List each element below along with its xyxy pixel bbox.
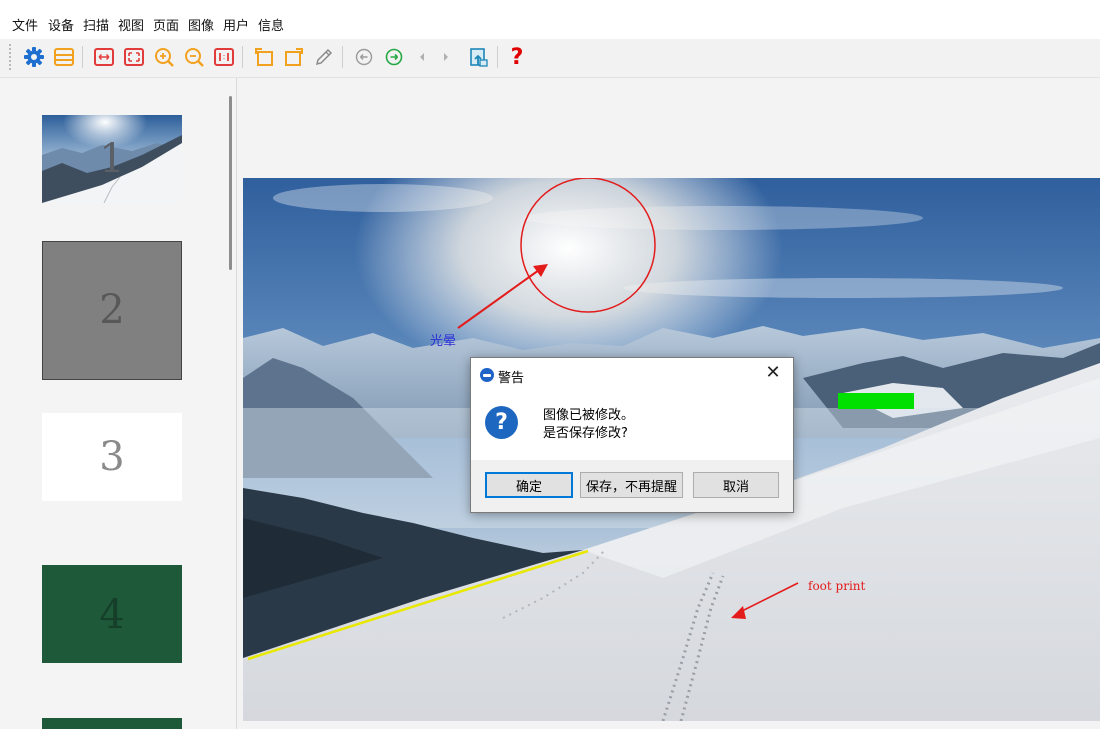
next-page-icon[interactable] bbox=[380, 43, 408, 71]
dialog-button-bar: 确定 保存，不再提醒 取消 bbox=[471, 460, 793, 512]
toolbar-separator bbox=[497, 46, 498, 68]
thumbnail-number: 1 bbox=[99, 136, 125, 182]
rotate-left-icon[interactable] bbox=[250, 43, 278, 71]
menu-page[interactable]: 页面 bbox=[153, 15, 179, 34]
save-no-remind-button[interactable]: 保存，不再提醒 bbox=[580, 472, 683, 498]
toolbar-separator bbox=[242, 46, 243, 68]
thumbnail-scrollbar[interactable] bbox=[229, 96, 232, 270]
menu-user[interactable]: 用户 bbox=[223, 15, 249, 34]
fit-window-icon[interactable] bbox=[120, 43, 148, 71]
previous-page-icon[interactable] bbox=[350, 43, 378, 71]
menu-info[interactable]: 信息 bbox=[258, 15, 284, 34]
thumbnail-page-3[interactable]: 3 bbox=[42, 413, 182, 501]
menu-device[interactable]: 设备 bbox=[48, 15, 74, 34]
thumbnail-number: 3 bbox=[99, 434, 125, 480]
toolbar-grip[interactable] bbox=[8, 43, 12, 71]
dialog-message: 图像已被修改。 是否保存修改? bbox=[543, 407, 634, 443]
thumbnail-page-5-partial[interactable] bbox=[42, 718, 182, 729]
thumbnail-number: 2 bbox=[99, 287, 125, 333]
close-icon[interactable]: ✕ bbox=[763, 362, 783, 384]
thumbnail-page-4[interactable]: 4 bbox=[42, 565, 182, 663]
toolbar-separator bbox=[342, 46, 343, 68]
toolbar-separator bbox=[82, 46, 83, 68]
ok-button[interactable]: 确定 bbox=[485, 472, 573, 498]
zoom-out-icon[interactable] bbox=[180, 43, 208, 71]
actual-size-icon[interactable] bbox=[210, 43, 238, 71]
zoom-in-icon[interactable] bbox=[150, 43, 178, 71]
settings-icon[interactable] bbox=[20, 43, 48, 71]
warning-dialog: 警告 ✕ ? 图像已被修改。 是否保存修改? 确定 保存，不再提醒 取消 bbox=[470, 357, 794, 513]
menu-image[interactable]: 图像 bbox=[188, 15, 214, 34]
rotate-right-icon[interactable] bbox=[280, 43, 308, 71]
pen-icon[interactable] bbox=[310, 43, 338, 71]
export-icon[interactable] bbox=[465, 43, 493, 71]
layout-icon[interactable] bbox=[50, 43, 78, 71]
thumbnail-page-1[interactable]: 1 bbox=[42, 115, 182, 203]
app-logo-icon bbox=[480, 368, 494, 382]
toolbar: ? bbox=[0, 39, 1100, 78]
fit-width-icon[interactable] bbox=[90, 43, 118, 71]
footprint-annotation-label: foot print bbox=[808, 579, 866, 593]
menu-view[interactable]: 视图 bbox=[118, 15, 144, 34]
thumbnail-page-2[interactable]: 2 bbox=[42, 241, 182, 380]
halo-annotation-label: 光晕 bbox=[430, 334, 457, 349]
thumbnail-number: 4 bbox=[99, 592, 125, 638]
dialog-message-line-1: 图像已被修改。 bbox=[543, 408, 635, 423]
question-icon: ? bbox=[485, 406, 518, 439]
cancel-button[interactable]: 取消 bbox=[693, 472, 779, 498]
help-icon[interactable]: ? bbox=[503, 43, 531, 71]
menu-file[interactable]: 文件 bbox=[12, 15, 38, 34]
menu-scan[interactable]: 扫描 bbox=[83, 15, 109, 34]
menubar: 文件 设备 扫描 视图 页面 图像 用户 信息 bbox=[0, 0, 1100, 38]
arrow-right-icon[interactable] bbox=[432, 43, 460, 71]
dialog-message-line-2: 是否保存修改? bbox=[543, 426, 628, 441]
dialog-title: 警告 bbox=[498, 371, 525, 386]
thumbnail-panel: 1 2 3 4 bbox=[0, 78, 237, 729]
